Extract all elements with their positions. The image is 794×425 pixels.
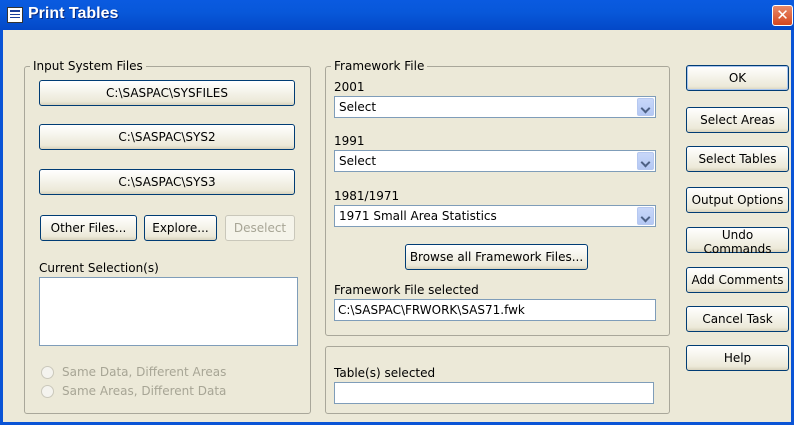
same-areas-radio-label: Same Areas, Different Data [62, 384, 227, 398]
same-data-radio-label: Same Data, Different Areas [62, 365, 227, 379]
print-tables-window: Print Tables ✕ Input System Files C:\SAS… [0, 0, 794, 425]
sys3-button[interactable]: C:\SASPAC\SYS3 [39, 169, 295, 195]
add-comments-button[interactable]: Add Comments [686, 267, 789, 293]
ok-button[interactable]: OK [686, 65, 789, 91]
framework-1991-value: Select [339, 154, 377, 168]
other-files-button[interactable]: Other Files... [40, 215, 137, 241]
framework-1991-select[interactable]: Select [334, 150, 656, 172]
framework-selected-field[interactable]: C:\SASPAC\FRWORK\SAS71.fwk [334, 299, 656, 321]
framework-2001-label: 2001 [334, 80, 365, 94]
window-title: Print Tables [28, 5, 119, 22]
framework-selected-value: C:\SASPAC\FRWORK\SAS71.fwk [338, 303, 525, 317]
undo-commands-button[interactable]: Undo Commands [686, 227, 789, 256]
same-data-radio[interactable] [41, 366, 54, 379]
input-system-files-legend: Input System Files [33, 59, 143, 73]
framework-file-legend: Framework File [334, 59, 425, 73]
tables-selected-label: Table(s) selected [334, 366, 436, 380]
current-selection-list[interactable] [39, 277, 298, 346]
tables-selected-field[interactable] [334, 382, 654, 404]
close-button[interactable]: ✕ [772, 5, 793, 26]
deselect-button[interactable]: Deselect [225, 215, 295, 241]
output-options-button[interactable]: Output Options [686, 187, 789, 213]
framework-2001-value: Select [339, 100, 377, 114]
framework-selected-label: Framework File selected [334, 283, 479, 297]
app-icon [7, 7, 23, 23]
current-selection-label: Current Selection(s) [39, 261, 159, 275]
chevron-down-icon[interactable] [637, 152, 654, 170]
cancel-task-button[interactable]: Cancel Task [686, 306, 789, 332]
browse-framework-button[interactable]: Browse all Framework Files... [405, 244, 588, 270]
same-areas-radio[interactable] [41, 385, 54, 398]
help-button[interactable]: Help [686, 345, 789, 371]
framework-1981-value: 1971 Small Area Statistics [339, 209, 497, 223]
title-bar[interactable]: Print Tables ✕ [0, 0, 794, 30]
select-areas-button[interactable]: Select Areas [686, 107, 789, 133]
framework-2001-select[interactable]: Select [334, 96, 656, 118]
framework-1981-label: 1981/1971 [334, 189, 400, 203]
chevron-down-icon[interactable] [637, 207, 654, 225]
framework-1991-label: 1991 [334, 134, 365, 148]
chevron-down-icon[interactable] [637, 98, 654, 116]
select-tables-button[interactable]: Select Tables [686, 146, 789, 172]
framework-1981-select[interactable]: 1971 Small Area Statistics [334, 205, 656, 227]
sysfiles-button[interactable]: C:\SASPAC\SYSFILES [39, 80, 295, 106]
sys2-button[interactable]: C:\SASPAC\SYS2 [39, 124, 295, 150]
explore-button[interactable]: Explore... [144, 215, 217, 241]
